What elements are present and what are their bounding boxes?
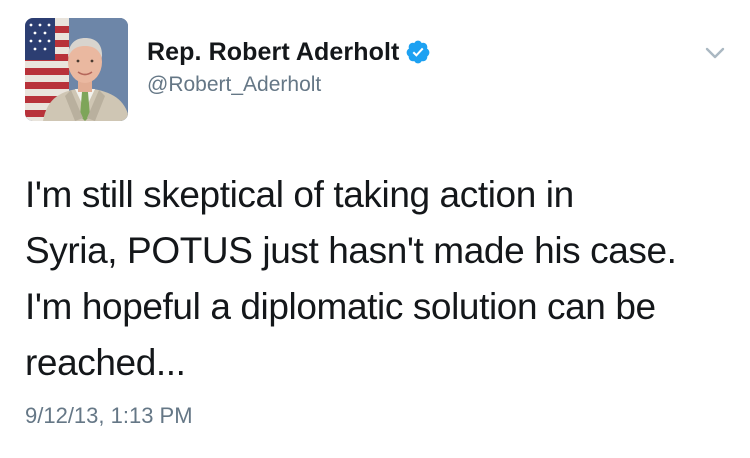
tweet-timestamp[interactable]: 9/12/13, 1:13 PM [25, 403, 193, 429]
author-name-row[interactable]: Rep. Robert Aderholt [147, 34, 431, 70]
tweet-text-line: I'm hopeful a diplomatic solution can be [25, 286, 656, 327]
tweet-text-line: reached... [25, 342, 186, 383]
chevron-down-icon[interactable] [702, 40, 728, 66]
tweet-card: Rep. Robert Aderholt @Robert_Aderholt I'… [0, 0, 750, 458]
tweet-text: I'm still skeptical of taking action in … [25, 167, 735, 391]
author-display-name[interactable]: Rep. Robert Aderholt [147, 38, 399, 67]
author-handle[interactable]: @Robert_Aderholt [147, 73, 321, 97]
verified-badge-icon [405, 39, 431, 65]
avatar-photo [25, 18, 128, 121]
avatar[interactable] [25, 18, 128, 121]
tweet-text-line: Syria, POTUS just hasn't made his case. [25, 230, 677, 271]
tweet-text-line: I'm still skeptical of taking action in [25, 174, 574, 215]
